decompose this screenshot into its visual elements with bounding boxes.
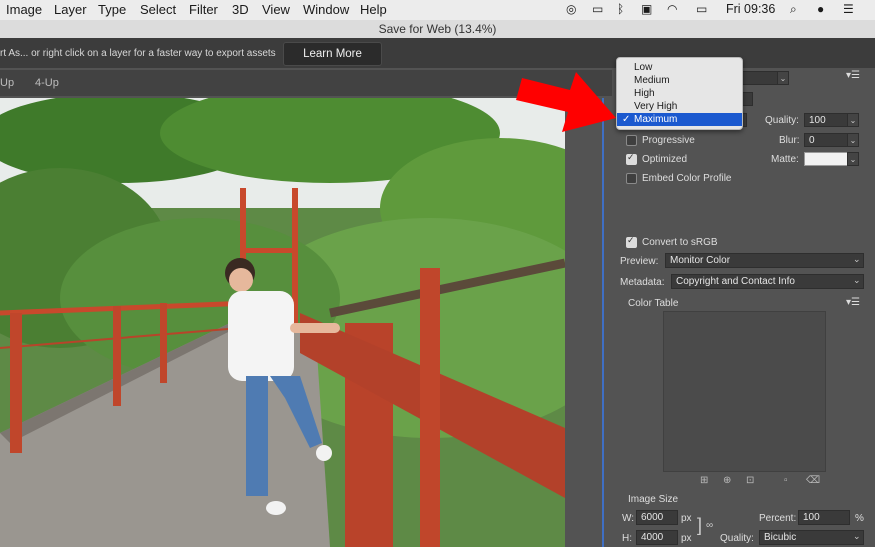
menu-type[interactable]: Type <box>98 2 126 17</box>
progressive-label: Progressive <box>642 135 695 146</box>
blur-label: Blur: <box>779 135 800 146</box>
height-input[interactable]: 4000 <box>636 530 678 545</box>
quality-preset-dropdown[interactable]: Low Medium High Very High ✓ Maximum <box>616 57 743 130</box>
matte-swatch[interactable] <box>804 152 848 166</box>
web-shift-icon[interactable]: ⊕ <box>723 475 731 486</box>
menu-layer[interactable]: Layer <box>54 2 87 17</box>
preset-chevron-icon[interactable]: ⌄ <box>777 71 789 85</box>
delete-color-icon[interactable]: ⌫ <box>806 475 820 486</box>
preview-chevron-icon: ⌄ <box>853 254 861 264</box>
percent-unit: % <box>855 513 864 524</box>
preview-divider[interactable] <box>602 98 604 547</box>
tab-2-up[interactable]: Up <box>0 77 14 89</box>
learn-more-button[interactable]: Learn More <box>283 42 382 66</box>
image-preview[interactable] <box>0 98 565 547</box>
airplay-icon[interactable]: ▭ <box>592 2 603 16</box>
option-low[interactable]: Low <box>617 61 742 74</box>
resample-quality-label: Quality: <box>720 533 754 544</box>
clock[interactable]: Fri 09:36 <box>726 2 775 16</box>
option-medium[interactable]: Medium <box>617 74 742 87</box>
lock-color-icon[interactable]: ⊡ <box>746 475 754 486</box>
height-label: H: <box>622 533 632 544</box>
quality-chevron-icon[interactable]: ⌄ <box>847 113 859 127</box>
search-icon[interactable]: ⌕ <box>790 2 797 17</box>
embed-profile-checkbox[interactable] <box>626 173 637 184</box>
matte-chevron-icon[interactable]: ⌄ <box>847 152 859 166</box>
constrain-bracket-icon: ] <box>697 515 703 535</box>
menu-list-icon[interactable]: ☰ <box>843 2 854 16</box>
option-high[interactable]: High <box>617 87 742 100</box>
percent-label: Percent: <box>759 513 797 524</box>
optimized-label: Optimized <box>642 154 688 165</box>
battery-icon[interactable]: ▭ <box>696 2 707 16</box>
wifi-icon[interactable]: ◠ <box>667 2 677 16</box>
color-table[interactable] <box>663 311 826 472</box>
matte-label: Matte: <box>771 154 799 165</box>
menu-help[interactable]: Help <box>360 2 387 17</box>
percent-input[interactable]: 100 <box>798 510 850 525</box>
siri-icon[interactable]: ● <box>817 2 824 16</box>
metadata-select[interactable]: Copyright and Contact Info <box>671 274 864 289</box>
resample-quality-select[interactable]: Bicubic <box>759 530 864 545</box>
option-maximum[interactable]: ✓ Maximum <box>617 113 742 126</box>
menu-view[interactable]: View <box>262 2 290 17</box>
window-title: Save for Web (13.4%) <box>0 20 875 38</box>
convert-srgb-checkbox[interactable] <box>626 235 637 248</box>
preview-select[interactable]: Monitor Color <box>665 253 864 268</box>
blur-input[interactable]: 0 <box>804 133 848 147</box>
annotation-arrow <box>516 72 616 132</box>
quality-input[interactable]: 100 <box>804 113 848 127</box>
width-label: W: <box>622 513 635 524</box>
menu-3d[interactable]: 3D <box>232 2 249 17</box>
tab-4-up[interactable]: 4-Up <box>35 77 59 89</box>
optimized-checkbox[interactable] <box>626 152 637 165</box>
blur-chevron-icon[interactable]: ⌄ <box>847 133 859 147</box>
color-table-title: Color Table <box>628 298 679 309</box>
export-info-bar: rt As... or right click on a layer for a… <box>0 38 875 68</box>
height-unit: px <box>681 533 692 544</box>
creative-cloud-icon[interactable]: ◎ <box>566 2 576 16</box>
convert-srgb-label: Convert to sRGB <box>642 237 718 248</box>
preview-label: Preview: <box>620 256 659 267</box>
color-table-menu-icon[interactable]: ▾☰ <box>846 297 860 308</box>
embed-profile-label: Embed Color Profile <box>642 173 732 184</box>
link-icon[interactable]: ∞ <box>706 520 713 531</box>
bluetooth-icon[interactable]: ᛒ <box>617 2 624 16</box>
panel-menu-icon[interactable]: ▾☰ <box>846 70 860 81</box>
option-very-high[interactable]: Very High <box>617 100 742 113</box>
menu-filter[interactable]: Filter <box>189 2 218 17</box>
menu-select[interactable]: Select <box>140 2 176 17</box>
add-color-icon[interactable]: ▫ <box>784 475 788 486</box>
preview-photo <box>0 98 565 547</box>
menu-window[interactable]: Window <box>303 2 349 17</box>
image-size-title: Image Size <box>628 494 679 505</box>
preview-gutter <box>565 96 602 547</box>
width-input[interactable]: 6000 <box>636 510 678 525</box>
quality-label: Quality: <box>765 115 799 126</box>
map-color-icon[interactable]: ⊞ <box>700 475 708 486</box>
option-maximum-label: Maximum <box>634 114 678 125</box>
menu-image[interactable]: Image <box>6 2 42 17</box>
menu-bar: Image Layer Type Select Filter 3D View W… <box>0 0 875 20</box>
input-source-icon[interactable]: ▣ <box>641 2 652 16</box>
resample-chevron-icon: ⌄ <box>853 531 861 541</box>
width-unit: px <box>681 513 692 524</box>
progressive-checkbox[interactable] <box>626 135 637 146</box>
metadata-chevron-icon: ⌄ <box>853 275 861 285</box>
metadata-label: Metadata: <box>620 277 665 288</box>
checkmark-icon: ✓ <box>622 114 631 125</box>
export-hint-text: rt As... or right click on a layer for a… <box>0 48 276 59</box>
